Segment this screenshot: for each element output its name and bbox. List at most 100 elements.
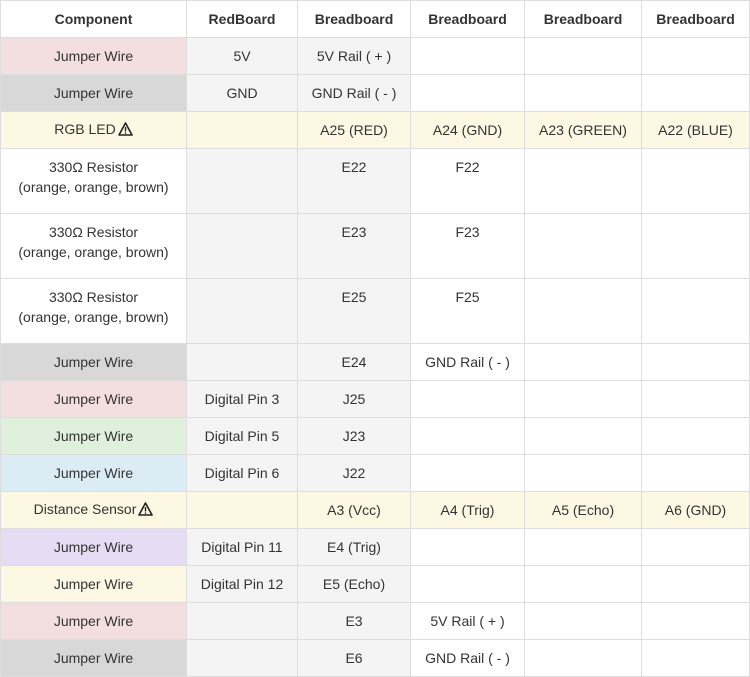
breadboard-cell-2 bbox=[410, 37, 525, 75]
table-row: Jumper Wire Digital Pin 5 J23 bbox=[0, 417, 750, 455]
breadboard-cell-4 bbox=[641, 148, 750, 214]
breadboard-cell-4 bbox=[641, 343, 750, 381]
breadboard-cell-2: F23 bbox=[410, 213, 525, 279]
breadboard-cell-1: GND Rail ( - ) bbox=[297, 74, 411, 112]
component-name: Jumper Wire bbox=[53, 576, 134, 592]
table-row: RGB LED A25 (RED) A24 (GND) A23 (GREEN) A22 … bbox=[0, 111, 750, 149]
component-name: Jumper Wire bbox=[53, 48, 134, 64]
component-cell: 330Ω Resistor (orange, orange, brown) bbox=[0, 278, 187, 344]
component-cell: Jumper Wire bbox=[0, 565, 187, 603]
table-row: Jumper Wire E24 GND Rail ( - ) bbox=[0, 343, 750, 381]
component-name: 330Ω Resistor bbox=[48, 224, 139, 240]
breadboard-cell-3 bbox=[524, 454, 642, 492]
breadboard-cell-2: F22 bbox=[410, 148, 525, 214]
component-name: 330Ω Resistor bbox=[48, 159, 139, 175]
breadboard-cell-1: E22 bbox=[297, 148, 411, 214]
breadboard-cell-3 bbox=[524, 37, 642, 75]
table-row: Jumper Wire Digital Pin 6 J22 bbox=[0, 454, 750, 492]
component-cell: RGB LED bbox=[0, 111, 187, 149]
breadboard-cell-4 bbox=[641, 528, 750, 566]
header-component: Component bbox=[0, 0, 187, 38]
component-name: Jumper Wire bbox=[53, 613, 134, 629]
component-cell: Jumper Wire bbox=[0, 602, 187, 640]
breadboard-cell-3 bbox=[524, 417, 642, 455]
hookup-table: Component RedBoard Breadboard Breadboard… bbox=[0, 0, 750, 677]
breadboard-cell-4 bbox=[641, 454, 750, 492]
redboard-cell bbox=[186, 278, 298, 344]
header-row: Component RedBoard Breadboard Breadboard… bbox=[0, 0, 750, 38]
redboard-cell bbox=[186, 491, 298, 529]
breadboard-cell-4 bbox=[641, 417, 750, 455]
table-row: Jumper Wire Digital Pin 12 E5 (Echo) bbox=[0, 565, 750, 603]
warning-icon bbox=[117, 122, 133, 139]
component-cell: Jumper Wire bbox=[0, 417, 187, 455]
component-cell: Jumper Wire bbox=[0, 528, 187, 566]
redboard-cell bbox=[186, 639, 298, 677]
breadboard-cell-3: A23 (GREEN) bbox=[524, 111, 642, 149]
breadboard-cell-1: J25 bbox=[297, 380, 411, 418]
redboard-cell: GND bbox=[186, 74, 298, 112]
breadboard-cell-2: 5V Rail ( + ) bbox=[410, 602, 525, 640]
redboard-cell: Digital Pin 3 bbox=[186, 380, 298, 418]
component-name: Jumper Wire bbox=[53, 465, 134, 481]
component-name: RGB LED bbox=[5, 121, 182, 139]
component-cell: Distance Sensor bbox=[0, 491, 187, 529]
header-redboard: RedBoard bbox=[186, 0, 298, 38]
component-cell: Jumper Wire bbox=[0, 343, 187, 381]
breadboard-cell-4 bbox=[641, 639, 750, 677]
header-breadboard-2: Breadboard bbox=[410, 0, 525, 38]
component-name: Jumper Wire bbox=[53, 650, 134, 666]
breadboard-cell-1: 5V Rail ( + ) bbox=[297, 37, 411, 75]
component-detail: (orange, orange, brown) bbox=[18, 179, 169, 195]
component-cell: Jumper Wire bbox=[0, 37, 187, 75]
breadboard-cell-1: E24 bbox=[297, 343, 411, 381]
table-row: 330Ω Resistor (orange, orange, brown) E22 F… bbox=[0, 148, 750, 214]
table-row: Jumper Wire Digital Pin 3 J25 bbox=[0, 380, 750, 418]
breadboard-cell-1: E6 bbox=[297, 639, 411, 677]
breadboard-cell-1: E3 bbox=[297, 602, 411, 640]
breadboard-cell-4: A22 (BLUE) bbox=[641, 111, 750, 149]
breadboard-cell-3 bbox=[524, 639, 642, 677]
component-detail: (orange, orange, brown) bbox=[18, 244, 169, 260]
breadboard-cell-2 bbox=[410, 417, 525, 455]
table-row: 330Ω Resistor (orange, orange, brown) E25 F… bbox=[0, 278, 750, 344]
table-row: Jumper Wire E3 5V Rail ( + ) bbox=[0, 602, 750, 640]
breadboard-cell-4 bbox=[641, 565, 750, 603]
breadboard-cell-2 bbox=[410, 380, 525, 418]
redboard-cell bbox=[186, 148, 298, 214]
breadboard-cell-4 bbox=[641, 380, 750, 418]
breadboard-cell-2 bbox=[410, 454, 525, 492]
redboard-cell: Digital Pin 12 bbox=[186, 565, 298, 603]
component-name: Jumper Wire bbox=[53, 428, 134, 444]
header-breadboard-1: Breadboard bbox=[297, 0, 411, 38]
component-cell: 330Ω Resistor (orange, orange, brown) bbox=[0, 213, 187, 279]
breadboard-cell-2: GND Rail ( - ) bbox=[410, 343, 525, 381]
header-breadboard-3: Breadboard bbox=[524, 0, 642, 38]
redboard-cell bbox=[186, 343, 298, 381]
breadboard-cell-2: A4 (Trig) bbox=[410, 491, 525, 529]
component-detail: (orange, orange, brown) bbox=[18, 309, 169, 325]
table-row: Jumper Wire GND GND Rail ( - ) bbox=[0, 74, 750, 112]
component-name: Distance Sensor bbox=[5, 501, 182, 519]
redboard-cell: Digital Pin 11 bbox=[186, 528, 298, 566]
breadboard-cell-1: J22 bbox=[297, 454, 411, 492]
breadboard-cell-4 bbox=[641, 74, 750, 112]
component-name: Jumper Wire bbox=[53, 354, 134, 370]
breadboard-cell-1: J23 bbox=[297, 417, 411, 455]
breadboard-cell-2 bbox=[410, 565, 525, 603]
table-row: Jumper Wire Digital Pin 11 E4 (Trig) bbox=[0, 528, 750, 566]
redboard-cell bbox=[186, 111, 298, 149]
breadboard-cell-4 bbox=[641, 602, 750, 640]
breadboard-cell-4: A6 (GND) bbox=[641, 491, 750, 529]
redboard-cell bbox=[186, 602, 298, 640]
table-row: Jumper Wire 5V 5V Rail ( + ) bbox=[0, 37, 750, 75]
component-name: 330Ω Resistor bbox=[48, 289, 139, 305]
component-cell: 330Ω Resistor (orange, orange, brown) bbox=[0, 148, 187, 214]
component-cell: Jumper Wire bbox=[0, 74, 187, 112]
breadboard-cell-3 bbox=[524, 565, 642, 603]
component-name: Jumper Wire bbox=[53, 391, 134, 407]
breadboard-cell-4 bbox=[641, 213, 750, 279]
component-cell: Jumper Wire bbox=[0, 380, 187, 418]
breadboard-cell-2 bbox=[410, 528, 525, 566]
breadboard-cell-3 bbox=[524, 278, 642, 344]
